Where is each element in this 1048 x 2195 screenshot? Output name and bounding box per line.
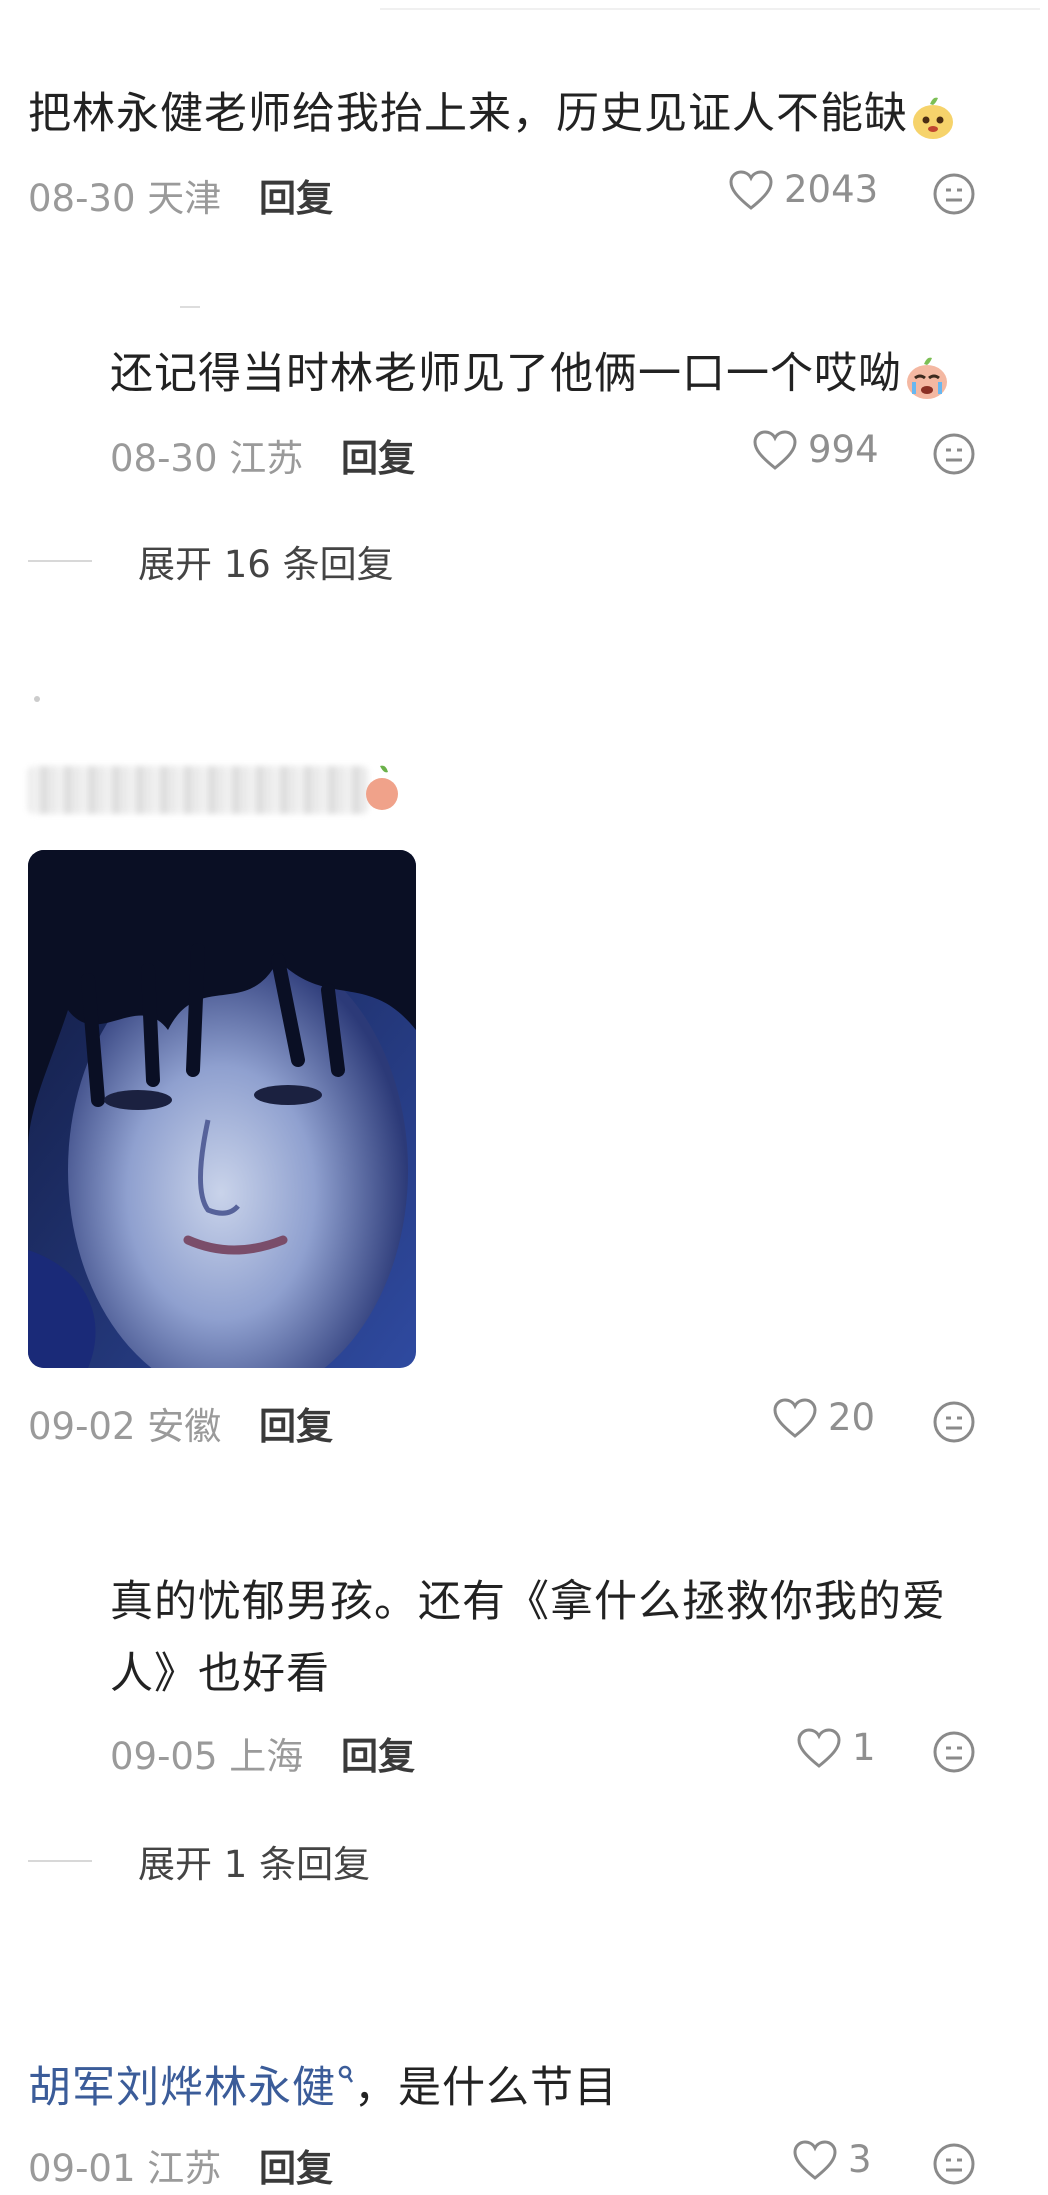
- reply-location: 上海: [229, 1735, 304, 1778]
- comment-photo[interactable]: [28, 850, 416, 1368]
- dot-mark: [34, 696, 40, 702]
- reply-date: 08-30: [110, 437, 218, 480]
- comment-text-content: ，是什么节目: [354, 2063, 618, 2113]
- reply-date: 09-05: [110, 1735, 218, 1778]
- comment-location: 江苏: [147, 2147, 222, 2190]
- face-neutral-icon[interactable]: [932, 172, 976, 216]
- like-button[interactable]: 1: [796, 1726, 876, 1769]
- expand-replies[interactable]: 展开 1 条回复: [28, 1834, 370, 1888]
- like-button[interactable]: 20: [772, 1396, 875, 1439]
- face-neutral-icon[interactable]: [932, 1400, 976, 1444]
- comment-meta: 09-02 安徽 回复: [28, 1396, 333, 1450]
- reply-text-content: 还记得当时林老师见了他俩一口一个哎呦: [110, 349, 902, 399]
- reply-button[interactable]: 回复: [341, 1735, 415, 1778]
- heart-outline-icon: [753, 429, 797, 470]
- comment-text: 胡军刘烨林永健 ，是什么节目: [28, 2058, 618, 2118]
- expand-replies-label: 展开 16 条回复: [138, 543, 394, 586]
- like-count: 20: [828, 1396, 876, 1439]
- comment-meta: 09-01 江苏 回复: [28, 2138, 333, 2192]
- comment-date: 08-30: [28, 177, 136, 220]
- reply-button[interactable]: 回复: [341, 437, 415, 480]
- face-neutral-icon[interactable]: [932, 1730, 976, 1774]
- comment-date: 09-01: [28, 2147, 136, 2190]
- expand-divider: [28, 1860, 92, 1862]
- pear-smile-emoji: [913, 97, 953, 139]
- like-button[interactable]: 3: [792, 2138, 872, 2181]
- face-neutral-icon[interactable]: [932, 432, 976, 476]
- like-count: 1: [852, 1726, 876, 1769]
- peach-emoji: [366, 765, 398, 810]
- heart-outline-icon: [793, 2139, 837, 2180]
- reply-button[interactable]: 回复: [259, 1405, 333, 1448]
- reply-text: 真的忧郁男孩。还有《拿什么拯救你我的爱 人》也好看: [110, 1566, 990, 1710]
- expand-divider: [28, 560, 92, 562]
- blurred-username: [180, 300, 200, 308]
- comment-location: 天津: [147, 177, 222, 220]
- crying-emoji: [907, 357, 947, 399]
- comment-date: 09-02: [28, 1405, 136, 1448]
- heart-outline-icon: [797, 1727, 841, 1768]
- reply-location: 江苏: [229, 437, 304, 480]
- search-link[interactable]: 胡军刘烨林永健: [28, 2063, 336, 2113]
- like-count: 3: [848, 2138, 872, 2181]
- expand-replies[interactable]: 展开 16 条回复: [28, 534, 394, 588]
- comment-meta: 08-30 天津 回复: [28, 168, 333, 222]
- like-count: 994: [808, 428, 879, 471]
- reply-text-line-2: 人》也好看: [110, 1649, 330, 1699]
- comment-text-content: 把林永健老师给我抬上来，历史见证人不能缺: [28, 89, 908, 139]
- like-button[interactable]: 2043: [728, 168, 878, 211]
- comment-location: 安徽: [147, 1405, 222, 1448]
- heart-outline-icon: [729, 169, 773, 210]
- comment-text: 把林永健老师给我抬上来，历史见证人不能缺: [28, 84, 958, 144]
- face-neutral-icon[interactable]: [932, 2142, 976, 2186]
- reply-text: 还记得当时林老师见了他俩一口一个哎呦: [110, 344, 952, 404]
- reply-meta: 08-30 江苏 回复: [110, 428, 415, 482]
- blurred-username: [28, 766, 368, 814]
- portrait-image: [28, 850, 416, 1368]
- expand-replies-label: 展开 1 条回复: [138, 1843, 371, 1886]
- search-pin-icon[interactable]: [336, 2064, 354, 2086]
- reply-text-line-1: 真的忧郁男孩。还有《拿什么拯救你我的爱: [110, 1577, 946, 1627]
- like-button[interactable]: 994: [752, 428, 879, 471]
- like-count: 2043: [784, 168, 879, 211]
- heart-outline-icon: [773, 1397, 817, 1438]
- top-divider: [380, 8, 1040, 10]
- reply-button[interactable]: 回复: [259, 177, 333, 220]
- reply-meta: 09-05 上海 回复: [110, 1726, 415, 1780]
- reply-button[interactable]: 回复: [259, 2147, 333, 2190]
